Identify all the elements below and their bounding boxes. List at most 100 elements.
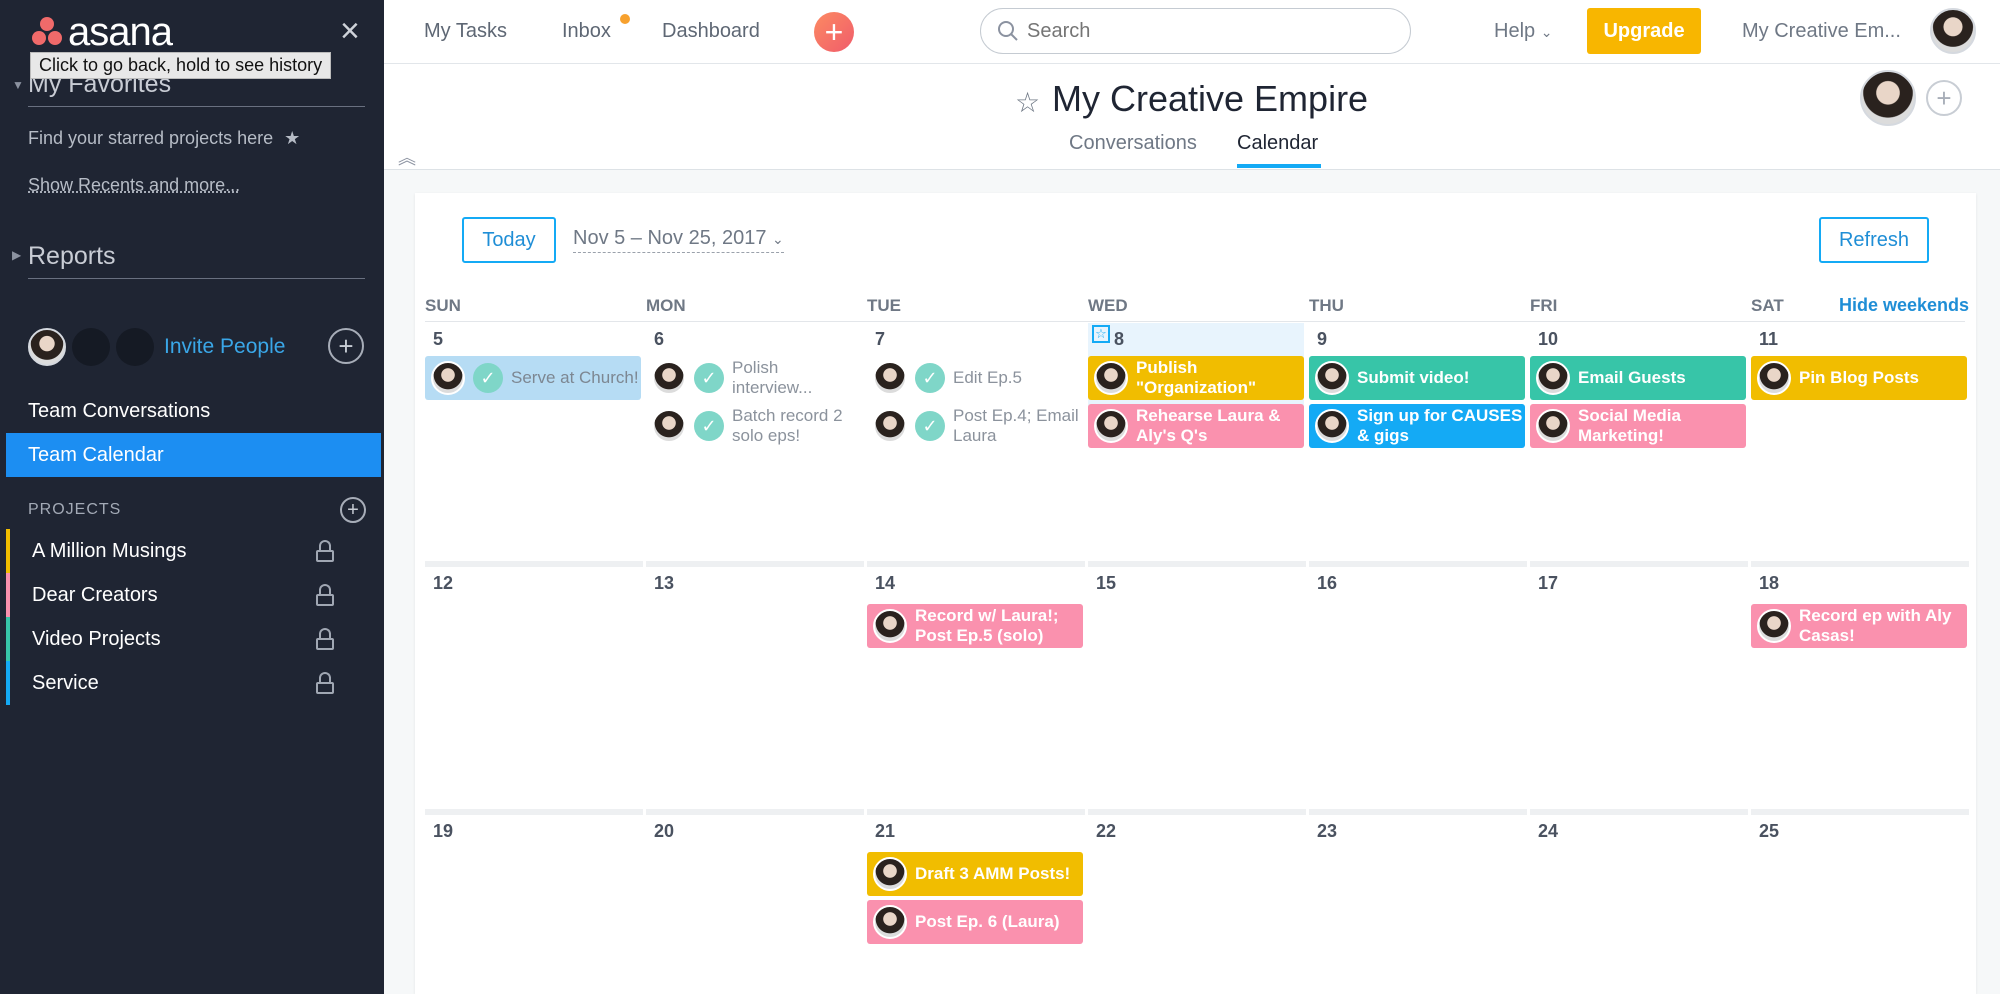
search-box[interactable] [980,8,1411,54]
day-number: 9 [1317,329,1328,349]
today-button[interactable]: Today [462,217,556,263]
calendar-task[interactable]: ✓ Edit Ep.5 [867,356,1083,400]
day-number: 25 [1759,821,1780,841]
project-a-million-musings[interactable]: A Million Musings [6,529,381,573]
nav-team-calendar[interactable]: Team Calendar [6,433,381,477]
avatar[interactable] [28,328,66,366]
active-tab-indicator [1237,164,1321,168]
project-service[interactable]: Service [6,661,381,705]
assignee-avatar [431,361,465,395]
day-of-week-label: TUE [867,296,901,315]
refresh-button[interactable]: Refresh [1819,217,1929,263]
day-number: 13 [654,573,675,593]
calendar-task[interactable]: Post Ep. 6 (Laura) [867,900,1083,944]
my-tasks-link[interactable]: My Tasks [424,20,507,43]
favorites-caret-icon[interactable]: ▼ [12,78,24,92]
day-number: 8 [1114,329,1125,349]
day-cell[interactable]: 23 [1309,809,1527,994]
calendar-task[interactable]: ✓ Post Ep.4; Email Laura [867,404,1083,448]
tab-conversations[interactable]: Conversations [1069,132,1197,155]
calendar-task[interactable]: Sign up for CAUSES & gigs [1309,404,1525,448]
day-number: 19 [433,821,454,841]
project-label: Video Projects [32,627,161,650]
check-icon[interactable]: ✓ [694,363,724,393]
check-icon[interactable]: ✓ [915,363,945,393]
lock-icon [316,628,334,650]
project-dear-creators[interactable]: Dear Creators [6,573,381,617]
invite-people-link[interactable]: Invite People [164,335,285,359]
calendar-task[interactable]: Email Guests [1530,356,1746,400]
day-cell[interactable]: 19 [425,809,643,994]
check-icon[interactable]: ✓ [473,363,503,393]
check-icon[interactable]: ✓ [694,411,724,441]
day-cell[interactable]: 16 [1309,561,1527,801]
day-cell[interactable]: 14 [867,561,1085,801]
project-video-projects[interactable]: Video Projects [6,617,381,661]
tab-calendar[interactable]: Calendar [1237,132,1318,155]
day-number: 24 [1538,821,1559,841]
calendar-task[interactable]: Social Media Marketing! [1530,404,1746,448]
top-bar: My Tasks Inbox Dashboard + Help ⌄ Upgrad… [384,0,2000,64]
calendar-task[interactable]: ✓ Polish interview... [646,356,862,400]
day-number: 6 [654,329,665,349]
help-menu[interactable]: Help ⌄ [1494,20,1552,43]
assignee-avatar [1315,409,1349,443]
day-of-week-label: WED [1088,296,1128,315]
calendar-task[interactable]: Rehearse Laura & Aly's Q's [1088,404,1304,448]
calendar-task[interactable]: Draft 3 AMM Posts! [867,852,1083,896]
calendar-task[interactable]: Record w/ Laura!; Post Ep.5 (solo) [867,604,1083,648]
add-member-icon[interactable]: + [1926,80,1962,116]
day-cell[interactable]: 15 [1088,561,1306,801]
calendar-task[interactable]: ✓ Batch record 2 solo eps! [646,404,862,448]
lock-icon [316,540,334,562]
calendar-task[interactable]: Record ep with Aly Casas! [1751,604,1967,648]
day-number: 12 [433,573,454,593]
day-number: 16 [1317,573,1338,593]
hide-weekends-link[interactable]: Hide weekends [1839,295,1969,316]
workspace-switcher[interactable]: My Creative Em... [1742,20,1901,43]
user-avatar[interactable] [1930,8,1976,54]
calendar-task[interactable]: Submit video! [1309,356,1525,400]
add-project-icon[interactable]: + [340,497,366,523]
page-title: My Creative Empire [1052,78,1369,119]
collapse-header-icon[interactable]: ︽ [398,144,416,170]
day-number: 15 [1096,573,1117,593]
calendar-task[interactable]: ✓ Serve at Church! [425,356,641,400]
day-cell[interactable]: 22 [1088,809,1306,994]
task-label: Post Ep.4; Email Laura [953,406,1079,445]
task-label: Submit video! [1357,368,1470,387]
asana-logo[interactable]: asana [30,12,173,52]
day-cell[interactable]: 24 [1530,809,1748,994]
quick-add-button[interactable]: + [814,12,854,52]
assignee-avatar [873,361,907,395]
day-cell[interactable]: 20 [646,809,864,994]
inbox-link[interactable]: Inbox [562,20,611,43]
day-cell[interactable]: 12 [425,561,643,801]
help-label: Help [1494,20,1536,42]
search-input[interactable] [1027,19,1387,43]
project-member-avatar[interactable] [1860,70,1916,126]
show-recents-link[interactable]: Show Recents and more... [28,175,240,196]
day-cell[interactable]: 25 [1751,809,1969,994]
close-sidebar-icon[interactable]: × [340,14,360,48]
calendar-task[interactable]: Pin Blog Posts [1751,356,1967,400]
day-number: 22 [1096,821,1117,841]
avatar-placeholder [116,328,154,366]
reports-title[interactable]: Reports [28,242,116,271]
date-range-picker[interactable]: Nov 5 – Nov 25, 2017 ⌄ [573,227,784,253]
day-cell[interactable]: 13 [646,561,864,801]
dashboard-link[interactable]: Dashboard [662,20,760,43]
reports-caret-icon[interactable]: ▶ [12,248,21,262]
day-cell[interactable]: 17 [1530,561,1748,801]
calendar-task[interactable]: Publish "Organization" [1088,356,1304,400]
nav-team-conversations[interactable]: Team Conversations [6,389,381,433]
check-icon[interactable]: ✓ [915,411,945,441]
task-label: Draft 3 AMM Posts! [915,864,1071,883]
inbox-notification-dot [620,14,630,24]
star-icon[interactable]: ☆ [1015,86,1040,119]
add-team-member-icon[interactable]: + [328,328,364,364]
day-cell[interactable]: 18 [1751,561,1969,801]
upgrade-button[interactable]: Upgrade [1587,8,1701,54]
day-of-week-label: FRI [1530,296,1558,315]
lock-icon [316,584,334,606]
